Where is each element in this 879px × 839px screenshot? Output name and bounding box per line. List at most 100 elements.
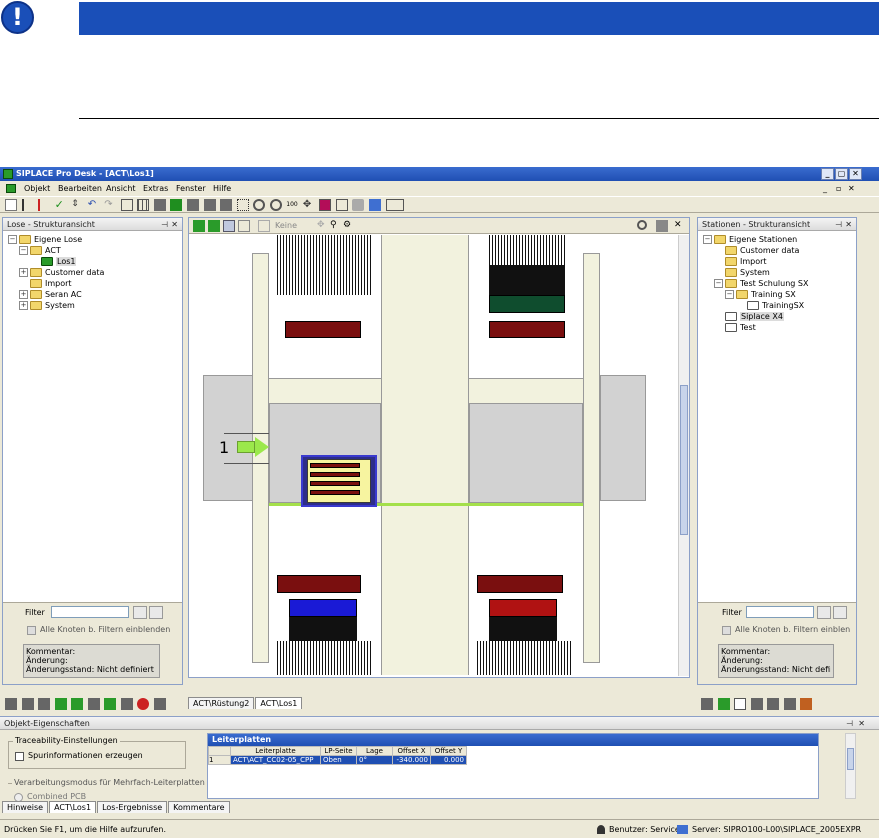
frame-view-icon[interactable]	[258, 220, 270, 232]
mdi-close-button[interactable]: ✕	[848, 182, 855, 195]
move-icon[interactable]: ✥	[303, 199, 315, 211]
show-nodes-checkbox[interactable]	[27, 626, 36, 635]
tree-item[interactable]: + Customer data	[8, 267, 182, 278]
undo-icon[interactable]: ↶	[88, 199, 100, 211]
tree-item[interactable]: − Eigene Lose	[8, 234, 182, 245]
tree-item[interactable]: Customer data	[703, 245, 856, 256]
view-tab-icon[interactable]	[734, 698, 747, 710]
menu-objekt[interactable]: Objekt	[24, 182, 50, 195]
canvas-scrollbar[interactable]	[678, 235, 689, 676]
expand-icon[interactable]: +	[19, 268, 28, 277]
mdi-minimize-button[interactable]: _	[823, 182, 827, 195]
col-header[interactable]: Offset X	[392, 746, 431, 756]
expand-icon[interactable]: +	[19, 290, 28, 299]
tree-item[interactable]: − Eigene Stationen	[703, 234, 856, 245]
tool-icon[interactable]	[38, 698, 51, 710]
machine3-icon[interactable]	[187, 199, 200, 211]
filter-apply-button[interactable]	[133, 606, 147, 619]
check-icon[interactable]: ✓	[55, 199, 67, 211]
tree-item[interactable]: + Seran AC	[8, 289, 182, 300]
trace-checkbox[interactable]	[15, 752, 24, 761]
select-icon[interactable]	[236, 199, 249, 211]
table-row[interactable]: 1 ACT\ACT_CC02-05_CPP Oben 0° -340.000 0…	[208, 755, 467, 765]
tree-item[interactable]: Import	[8, 278, 182, 289]
view-tab-icon[interactable]	[701, 698, 713, 710]
tab-ruestung2[interactable]: ACT\Rüstung2	[188, 697, 255, 709]
tree-item[interactable]: Import	[703, 256, 856, 267]
zoom-in-icon[interactable]	[253, 199, 266, 211]
view-tab-icon[interactable]	[800, 698, 813, 710]
filter-apply-button[interactable]	[817, 606, 831, 619]
collapse-icon[interactable]: −	[8, 235, 17, 244]
remove-icon[interactable]	[38, 199, 50, 211]
lock-icon[interactable]	[352, 199, 365, 211]
expand-icon[interactable]: +	[19, 301, 28, 310]
machine1-icon[interactable]	[153, 199, 166, 211]
pin-icon[interactable]: ⊣	[846, 717, 853, 730]
zoom-100-icon[interactable]: 100	[286, 199, 298, 211]
properties-close-icon[interactable]: ✕	[858, 717, 865, 730]
machine5-icon[interactable]	[220, 199, 233, 211]
filter-input[interactable]	[746, 606, 814, 618]
view-tab-icon[interactable]	[717, 698, 730, 710]
tools-icon[interactable]: ⚙	[343, 220, 355, 232]
tool-icon[interactable]	[71, 698, 84, 710]
filter-clear-button[interactable]	[833, 606, 847, 619]
mdi-restore-button[interactable]: ▫	[836, 182, 841, 195]
tool-icon[interactable]	[120, 698, 133, 710]
machine2-icon[interactable]	[170, 199, 183, 211]
insert-icon[interactable]	[21, 199, 34, 211]
menu-extras[interactable]: Extras	[143, 182, 168, 195]
view-tab-icon[interactable]	[783, 698, 796, 710]
tree-item[interactable]: − Test Schulung SX	[703, 278, 856, 289]
green-view2-icon[interactable]	[208, 220, 220, 232]
col-header[interactable]: Lage	[356, 746, 393, 756]
tree-item[interactable]: − ACT	[8, 245, 182, 256]
tree-item[interactable]: TrainingSX	[703, 300, 856, 311]
tree-item[interactable]: Test	[703, 322, 856, 333]
grid-icon[interactable]	[137, 199, 150, 211]
tree-item[interactable]: − Training SX	[703, 289, 856, 300]
tree-item[interactable]: + System	[8, 300, 182, 311]
redo-icon[interactable]: ↷	[104, 199, 116, 211]
filter-input[interactable]	[51, 606, 129, 618]
sort-icon[interactable]: ⇕	[71, 199, 83, 211]
tool-icon[interactable]	[54, 698, 67, 710]
placement-canvas[interactable]: 1	[189, 235, 679, 675]
tree-item-selected[interactable]: Los1	[8, 256, 182, 267]
pin-tool-icon[interactable]: ⚲	[330, 220, 342, 232]
tool-icon[interactable]	[87, 698, 100, 710]
maximize-button[interactable]: ▢	[835, 168, 848, 180]
component-icon[interactable]	[319, 199, 332, 211]
tab-los1[interactable]: ACT\Los1	[255, 697, 303, 709]
collapse-icon[interactable]: −	[714, 279, 723, 288]
new-icon[interactable]	[5, 199, 17, 211]
show-nodes-checkbox[interactable]	[722, 626, 731, 635]
box-icon[interactable]	[335, 199, 348, 211]
left-panel-close-icon[interactable]: ✕	[171, 218, 178, 231]
tool-icon[interactable]	[153, 698, 166, 710]
dropdown-icon[interactable]	[385, 199, 404, 211]
machine4-icon[interactable]	[203, 199, 216, 211]
print-icon[interactable]	[656, 220, 668, 232]
collapse-icon[interactable]: −	[19, 246, 28, 255]
tree-item-selected[interactable]: Siplace X4	[703, 311, 856, 322]
table-view-icon[interactable]	[223, 220, 235, 232]
tool-icon[interactable]	[137, 698, 150, 710]
col-header[interactable]: Leiterplatte	[230, 746, 321, 756]
scroll-thumb[interactable]	[680, 385, 688, 535]
tree-item[interactable]: System	[703, 267, 856, 278]
tab-act-los1[interactable]: ACT\Los1	[49, 801, 97, 813]
frame-icon[interactable]	[120, 199, 133, 211]
tab-kommentare[interactable]: Kommentare	[168, 801, 230, 813]
green-view-icon[interactable]	[193, 220, 205, 232]
tab-hinweise[interactable]: Hinweise	[2, 801, 49, 813]
view-combo[interactable]: Keine	[273, 220, 313, 232]
col-header[interactable]: Offset Y	[430, 746, 467, 756]
tool-icon[interactable]	[104, 698, 117, 710]
list-view-icon[interactable]	[238, 220, 250, 232]
scroll-thumb[interactable]	[847, 748, 854, 770]
menu-ansicht[interactable]: Ansicht	[106, 182, 136, 195]
view-tab-icon[interactable]	[750, 698, 763, 710]
filter-clear-button[interactable]	[149, 606, 163, 619]
